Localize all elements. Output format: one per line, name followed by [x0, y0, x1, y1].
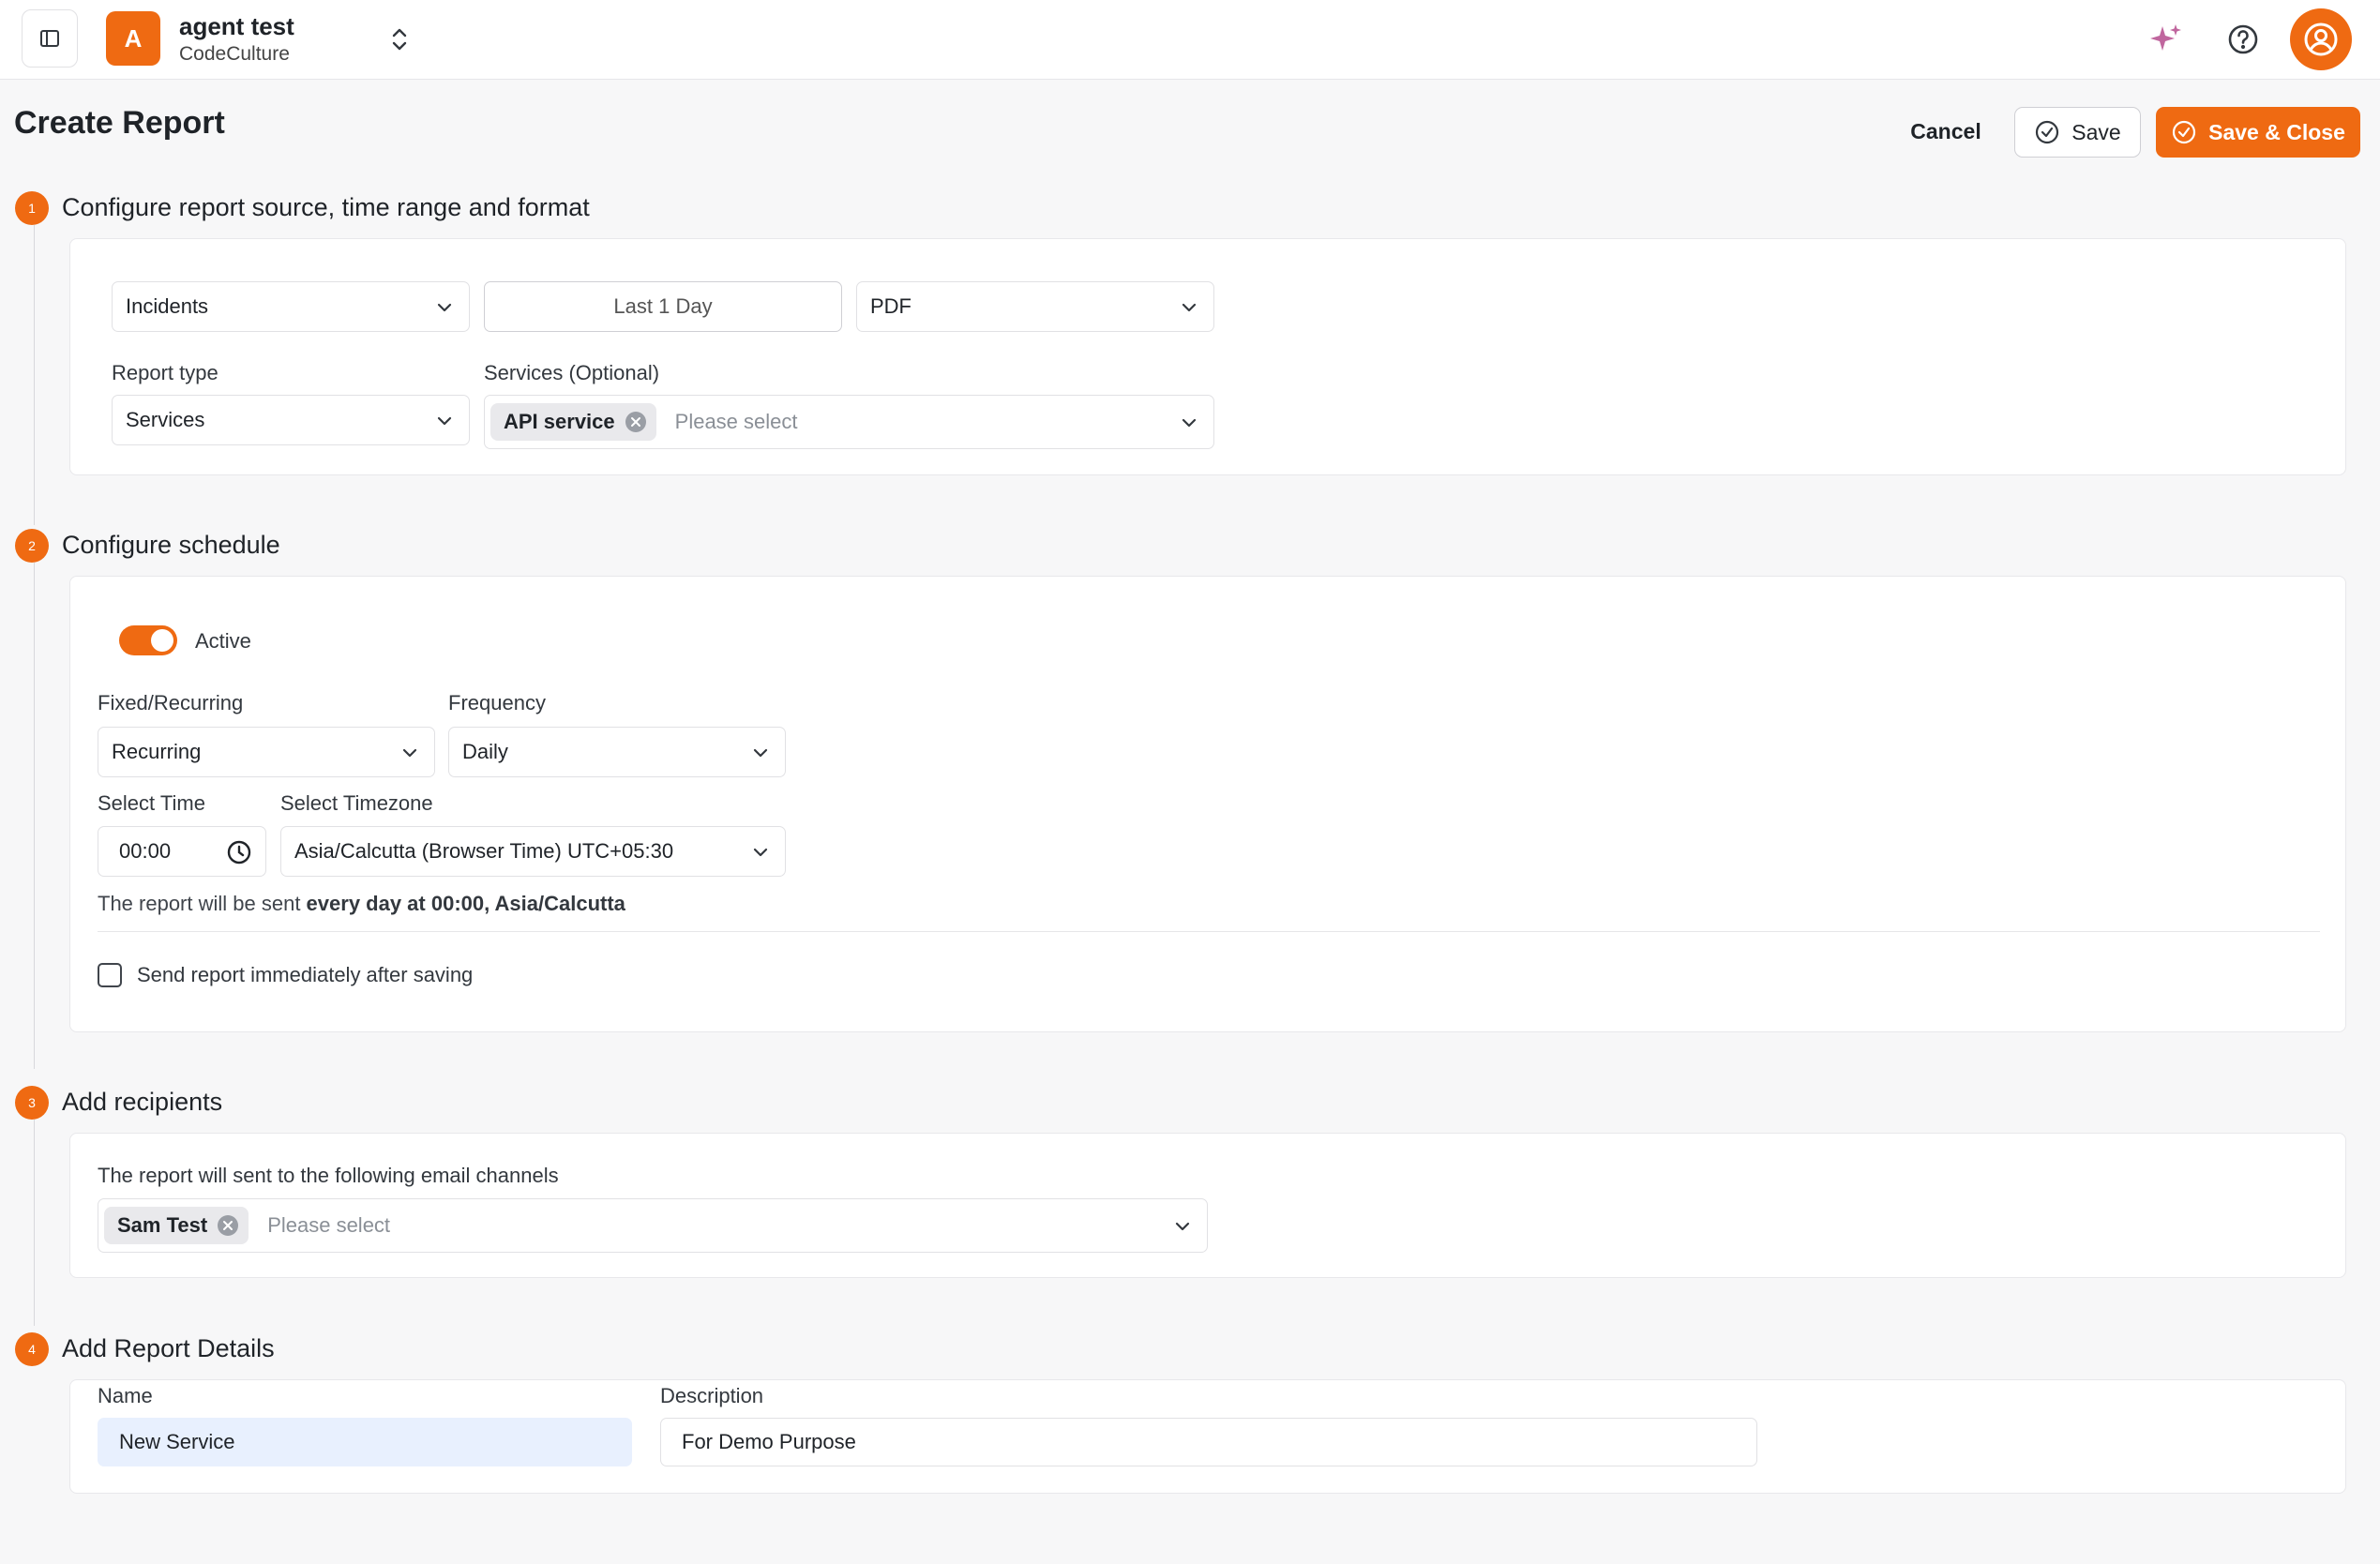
cancel-button[interactable]: Cancel	[1894, 108, 1997, 155]
services-label: Services (Optional)	[484, 361, 660, 384]
send-now-checkbox[interactable]	[98, 963, 122, 987]
select-timezone-label: Select Timezone	[280, 791, 433, 815]
save-button[interactable]: Save	[2014, 107, 2141, 158]
description-label: Description	[660, 1384, 764, 1407]
step-connector	[34, 225, 35, 525]
format-value: PDF	[870, 294, 911, 318]
frequency-label: Frequency	[448, 691, 546, 714]
save-and-close-label: Save & Close	[2208, 119, 2345, 144]
name-input[interactable]: New Service	[98, 1418, 632, 1466]
time-input[interactable]: 00:00	[98, 826, 266, 877]
step-title: Add Report Details	[62, 1334, 275, 1362]
check-circle-icon	[2173, 120, 2196, 144]
sidebar-panel-icon	[40, 30, 59, 47]
save-button-label: Save	[2071, 119, 2121, 144]
select-time-label: Select Time	[98, 791, 205, 815]
schedule-summary-detail: every day at 00:00, Asia/Calcutta	[306, 892, 625, 915]
schedule-summary: The report will be sent every day at 00:…	[98, 892, 625, 916]
active-label: Active	[195, 629, 251, 653]
report-type-select[interactable]: Services	[112, 395, 470, 445]
time-range-value: Last 1 Day	[613, 294, 713, 318]
service-tag-label: API service	[504, 410, 615, 433]
user-circle-icon	[2304, 23, 2338, 56]
remove-tag-icon[interactable]	[625, 411, 647, 433]
step-number: 3	[15, 1086, 49, 1120]
active-toggle[interactable]	[119, 625, 177, 655]
recipients-placeholder: Please select	[267, 1213, 391, 1237]
toggle-knob	[151, 629, 173, 652]
top-bar: A agent test CodeCulture	[0, 0, 2380, 80]
chevron-down-icon	[1182, 418, 1197, 428]
recipient-tag-label: Sam Test	[117, 1213, 208, 1237]
name-label: Name	[98, 1384, 153, 1407]
source-select[interactable]: Incidents	[112, 281, 470, 332]
org-switcher-button[interactable]	[386, 23, 413, 56]
org-subtitle: CodeCulture	[179, 43, 290, 65]
recipient-tag: Sam Test	[104, 1207, 249, 1244]
timezone-select[interactable]: Asia/Calcutta (Browser Time) UTC+05:30	[280, 826, 786, 877]
services-multiselect[interactable]: API service Please select	[484, 395, 1214, 449]
report-type-value: Services	[126, 408, 205, 431]
format-select[interactable]: PDF	[856, 281, 1214, 332]
step-title: Configure schedule	[62, 531, 280, 559]
step-title: Configure report source, time range and …	[62, 193, 590, 221]
step-connector	[34, 1120, 35, 1326]
help-button[interactable]	[2224, 21, 2262, 58]
step-number: 2	[15, 529, 49, 563]
remove-tag-icon[interactable]	[217, 1214, 239, 1237]
step-title: Add recipients	[62, 1088, 223, 1116]
chevron-down-icon	[402, 748, 417, 758]
chevron-down-icon	[437, 416, 452, 426]
page-title: Create Report	[14, 105, 225, 141]
schedule-summary-prefix: The report will be sent	[98, 892, 307, 915]
help-circle-icon	[2228, 24, 2258, 54]
chevron-down-icon	[437, 303, 452, 312]
check-circle-icon	[2036, 120, 2059, 144]
save-and-close-button[interactable]: Save & Close	[2156, 107, 2360, 158]
step-number: 1	[15, 191, 49, 225]
clock-icon	[227, 840, 251, 865]
service-tag: API service	[490, 403, 656, 441]
chevron-down-icon	[753, 848, 768, 857]
description-input[interactable]: For Demo Purpose	[660, 1418, 1757, 1466]
ai-sparkle-button[interactable]	[2147, 21, 2185, 58]
recipients-multiselect[interactable]: Sam Test Please select	[98, 1198, 1208, 1253]
step-number: 4	[15, 1332, 49, 1366]
timezone-value: Asia/Calcutta (Browser Time) UTC+05:30	[294, 839, 674, 863]
sidebar-toggle-button[interactable]	[22, 9, 78, 68]
recipients-label: The report will sent to the following em…	[98, 1164, 559, 1187]
step-connector	[34, 563, 35, 1069]
sparkle-icon	[2150, 24, 2181, 51]
chevron-up-down-icon	[392, 28, 407, 51]
report-type-label: Report type	[112, 361, 218, 384]
user-avatar-button[interactable]	[2290, 8, 2352, 70]
chevron-down-icon	[1175, 1222, 1190, 1231]
details-card: Name New Service Description For Demo Pu…	[69, 1379, 2346, 1494]
frequency-value: Daily	[462, 740, 508, 763]
chevron-down-icon	[753, 748, 768, 758]
schedule-card: Active Fixed/Recurring Recurring Frequen…	[69, 576, 2346, 1032]
send-now-label[interactable]: Send report immediately after saving	[137, 963, 473, 987]
source-value: Incidents	[126, 294, 209, 318]
time-range-button[interactable]: Last 1 Day	[484, 281, 842, 332]
recipients-card: The report will sent to the following em…	[69, 1133, 2346, 1278]
org-avatar[interactable]: A	[106, 11, 160, 66]
fixed-recurring-select[interactable]: Recurring	[98, 727, 435, 777]
chevron-down-icon	[1182, 303, 1197, 312]
source-card: Incidents Last 1 Day PDF Report type Ser…	[69, 238, 2346, 475]
frequency-select[interactable]: Daily	[448, 727, 786, 777]
fixed-recurring-label: Fixed/Recurring	[98, 691, 244, 714]
fixed-recurring-value: Recurring	[112, 740, 202, 763]
services-placeholder: Please select	[674, 410, 798, 433]
divider	[98, 931, 2320, 932]
time-value: 00:00	[119, 839, 172, 863]
org-name[interactable]: agent test	[179, 12, 294, 41]
